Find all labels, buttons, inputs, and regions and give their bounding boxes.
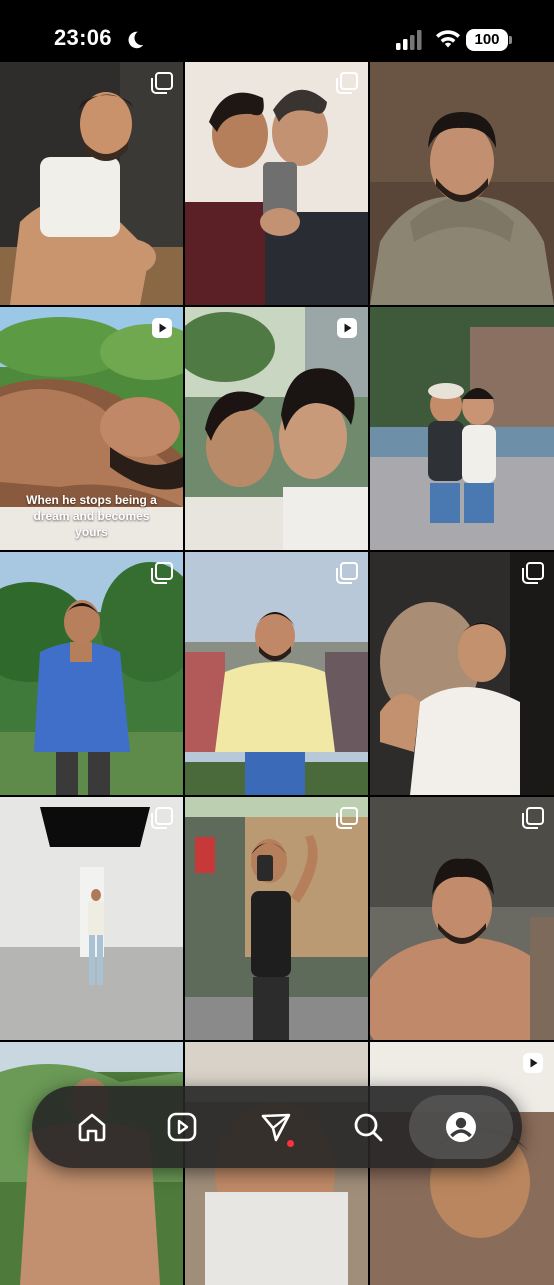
moon-icon <box>128 31 144 49</box>
status-bar: 23:06 100 <box>0 0 554 62</box>
multi-photo-icon <box>151 72 173 94</box>
bottom-tab-bar <box>32 1086 522 1168</box>
post-image <box>370 552 554 795</box>
grid-post[interactable] <box>185 62 368 305</box>
grid-post[interactable] <box>0 62 183 305</box>
reel-caption: When he stops being a dream and becomes … <box>26 493 157 539</box>
multi-photo-icon <box>522 807 544 829</box>
post-image <box>185 552 368 795</box>
tab-home[interactable] <box>62 1097 122 1157</box>
grid-post[interactable] <box>0 797 183 1040</box>
grid-post[interactable] <box>185 797 368 1040</box>
grid-post[interactable] <box>0 552 183 795</box>
grid-reel[interactable] <box>185 307 368 550</box>
multi-photo-icon <box>336 562 358 584</box>
grid-post[interactable] <box>370 307 554 550</box>
status-time: 23:06 <box>54 25 112 50</box>
notification-dot <box>287 1140 294 1147</box>
post-image <box>0 62 183 305</box>
grid-post[interactable] <box>370 797 554 1040</box>
tab-reels[interactable] <box>152 1097 212 1157</box>
home-icon <box>78 1113 106 1142</box>
post-image <box>370 797 554 1040</box>
grid-reel[interactable]: When he stops being a dream and becomes … <box>0 307 183 550</box>
grid-post[interactable] <box>185 552 368 795</box>
reels-icon <box>167 1112 197 1142</box>
reel-icon <box>523 1053 543 1073</box>
multi-photo-icon <box>522 562 544 584</box>
multi-photo-icon <box>151 562 173 584</box>
post-image <box>185 307 368 550</box>
post-image <box>185 62 368 305</box>
grid-post[interactable] <box>370 552 554 795</box>
post-image <box>370 307 554 550</box>
battery-level: 100 <box>474 31 500 48</box>
tab-search[interactable] <box>338 1097 398 1157</box>
reel-icon <box>152 318 172 338</box>
messages-icon <box>261 1113 291 1142</box>
battery-icon: 100 <box>466 29 512 51</box>
multi-photo-icon <box>336 72 358 94</box>
multi-photo-icon <box>336 807 358 829</box>
post-image <box>185 797 368 1040</box>
wifi-icon <box>436 30 460 48</box>
tab-profile[interactable] <box>409 1095 513 1159</box>
post-image <box>0 552 183 795</box>
signal-icon <box>396 30 422 50</box>
search-icon <box>354 1113 383 1142</box>
reel-icon <box>337 318 357 338</box>
multi-photo-icon <box>151 807 173 829</box>
tab-messages[interactable] <box>246 1097 306 1157</box>
grid-post[interactable] <box>370 62 554 305</box>
post-image <box>0 797 183 1040</box>
profile-icon <box>446 1112 476 1142</box>
post-image <box>370 62 554 305</box>
